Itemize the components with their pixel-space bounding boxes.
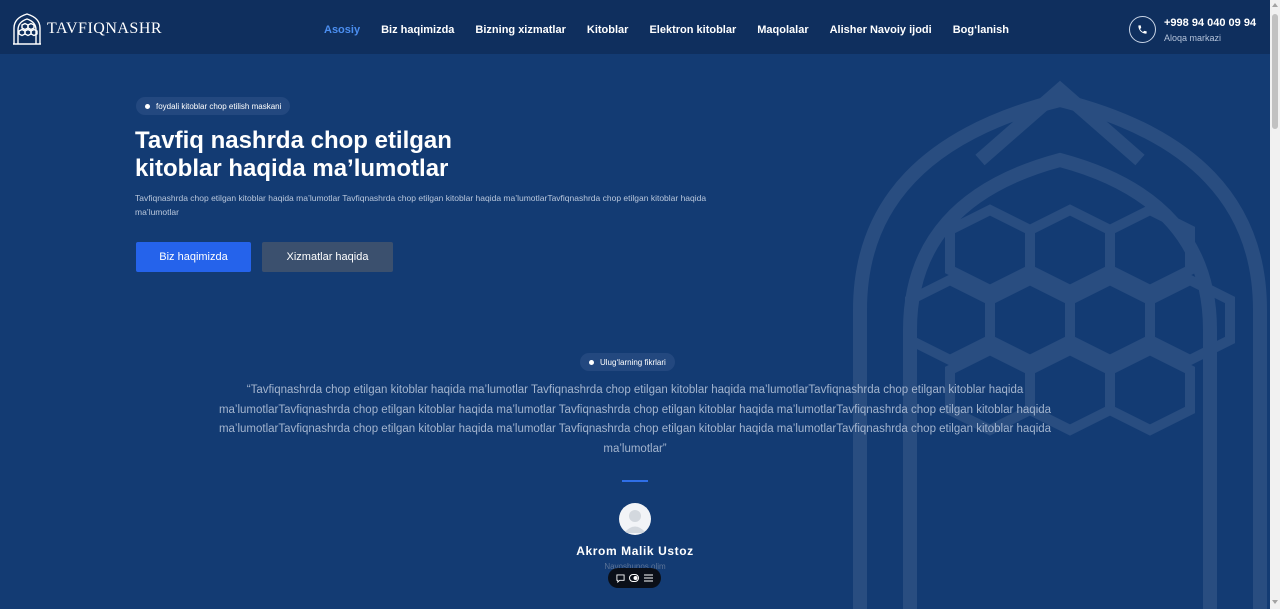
nav-item-boglanish[interactable]: Bog‘lanish — [953, 24, 1009, 36]
contact-block[interactable]: +998 94 040 09 94 Aloqa markazi — [1129, 16, 1256, 43]
services-button[interactable]: Xizmatlar haqida — [262, 242, 393, 272]
badge-dot-icon — [145, 103, 150, 109]
avatar — [619, 503, 651, 535]
scroll-up-icon[interactable] — [1272, 3, 1278, 7]
hero-title-line1: Tavfiq nashrda chop etilgan — [135, 127, 452, 154]
nav-item-elektron-kitoblar[interactable]: Elektron kitoblar — [649, 24, 736, 36]
testimonial-quote: “Tavfiqnashrda chop etilgan kitoblar haq… — [218, 384, 1052, 455]
logo[interactable]: TAVFIQNASHR — [12, 13, 162, 45]
comment-icon[interactable] — [615, 573, 625, 583]
phone-icon[interactable] — [1129, 16, 1156, 43]
testimonial-badge: Ulug‘larning fikrlari — [580, 353, 675, 371]
logo-text: TAVFIQNASHR — [47, 20, 163, 37]
hero-badge: foydali kitoblar chop etilish maskani — [136, 97, 291, 115]
phone-label: Aloqa markazi — [1164, 32, 1222, 43]
author-name: Akrom Malik Ustoz — [576, 544, 694, 558]
logo-dome-icon — [13, 13, 41, 45]
nav-item-bizning-xizmatlar[interactable]: Bizning xizmatlar — [475, 24, 565, 36]
contact-text: +998 94 040 09 94 Aloqa markazi — [1164, 17, 1256, 43]
nav-item-maqolalar[interactable]: Maqolalar — [757, 24, 808, 36]
nav-item-alisher-navoiy-ijodi[interactable]: Alisher Navoiy ijodi — [830, 24, 932, 36]
nav-item-kitoblar[interactable]: Kitoblar — [587, 24, 629, 36]
dome-pattern-icon — [853, 80, 1267, 609]
hero-title-line2: kitoblar haqida ma’lumotlar — [135, 155, 449, 182]
hero-description: Tavfiqnashrda chop etilgan kitoblar haqi… — [135, 193, 707, 217]
floating-toolbar — [608, 568, 661, 588]
toggle-icon[interactable] — [629, 573, 640, 583]
site-header: TAVFIQNASHR Asosiy Biz haqimizda Bizning… — [0, 0, 1270, 54]
nav-item-asosiy[interactable]: Asosiy — [324, 24, 360, 36]
phone-number[interactable]: +998 94 040 09 94 — [1164, 17, 1256, 29]
about-us-button[interactable]: Biz haqimizda — [136, 242, 251, 272]
hero-title: Tavfiq nashrda chop etilgan kitoblar haq… — [135, 127, 615, 183]
quote-divider — [622, 480, 648, 482]
badge-dot-icon — [589, 359, 594, 365]
user-avatar-icon — [624, 510, 646, 533]
testimonial-badge-text: Ulug‘larning fikrlari — [600, 357, 666, 367]
menu-icon[interactable] — [644, 573, 654, 583]
page-scrollbar[interactable] — [1270, 0, 1280, 609]
scroll-thumb[interactable] — [1272, 14, 1278, 129]
hero-badge-text: foydali kitoblar chop etilish maskani — [156, 101, 282, 111]
scroll-down-icon[interactable] — [1272, 600, 1278, 604]
page: TAVFIQNASHR Asosiy Biz haqimizda Bizning… — [0, 0, 1270, 609]
nav-item-biz-haqimizda[interactable]: Biz haqimizda — [381, 24, 454, 36]
main-nav: Asosiy Biz haqimizda Bizning xizmatlar K… — [324, 24, 1030, 36]
